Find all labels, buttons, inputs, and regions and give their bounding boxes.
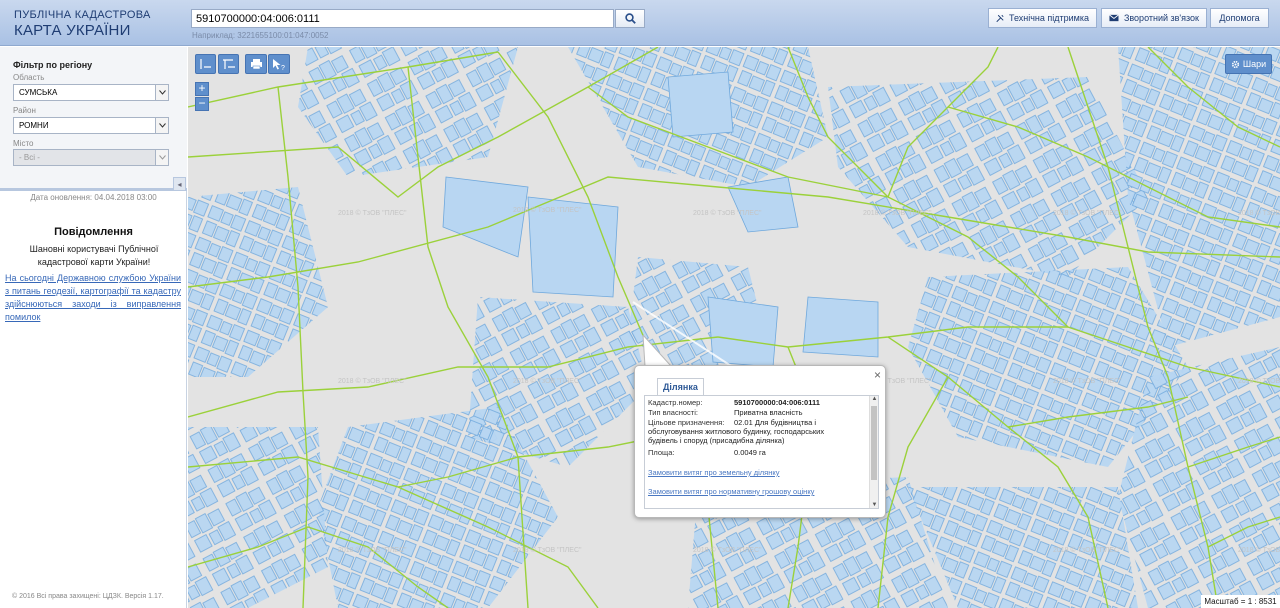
- tab-parcel[interactable]: Ділянка: [657, 378, 704, 396]
- oblast-select[interactable]: СУМСЬКА: [13, 84, 169, 101]
- notice-link[interactable]: На сьогодні Державною службою України з …: [5, 272, 181, 324]
- map-watermark: 2018 © ТзОВ "ПЛЕС": [1053, 209, 1122, 217]
- order-valuation-link[interactable]: Замовити витяг про нормативну грошову оц…: [648, 487, 814, 496]
- map-watermark: 2018 © ТзОВ "ПЛЕС": [513, 377, 582, 385]
- gear-icon: [1231, 60, 1239, 68]
- layers-label: Шари: [1242, 59, 1267, 69]
- search-example-hint: Наприклад: 3221655100:01:047:0052: [192, 31, 329, 40]
- measure-length-icon: [199, 59, 211, 69]
- print-button[interactable]: [245, 54, 267, 74]
- measure-area-button[interactable]: [218, 54, 239, 74]
- info-value: 5910700000:04:006:0111: [734, 398, 820, 407]
- help-label: Допомога: [1219, 13, 1260, 23]
- map-watermark: 2018 © ТзОВ "ПЛЕС": [338, 377, 407, 385]
- feedback-label: Зворотний зв'язок: [1123, 13, 1199, 23]
- info-value: Приватна власність: [734, 408, 803, 417]
- map-watermark: 2018 © ТзОВ "ПЛЕС": [513, 206, 582, 214]
- svg-text:?: ?: [281, 65, 285, 71]
- oblast-label: Область: [13, 73, 45, 82]
- order-extract-link[interactable]: Замовити витяг про земельну ділянку: [648, 468, 780, 477]
- chevron-down-icon: [155, 118, 168, 133]
- print-icon: [250, 59, 262, 70]
- identify-button[interactable]: ?: [268, 54, 290, 74]
- notice-title: Повідомлення: [54, 226, 133, 238]
- zoom-out-button[interactable]: −: [195, 97, 209, 111]
- map-watermark: 2018 © ТзОВ "ПЛЕС": [863, 209, 932, 217]
- raion-value: РОМНИ: [19, 121, 49, 130]
- measure-area-icon: [222, 59, 235, 69]
- collapse-sidebar-button[interactable]: ◂: [173, 177, 186, 191]
- logo-line1: ПУБЛІЧНА КАДАСТРОВА: [14, 9, 151, 21]
- scroll-thumb[interactable]: [871, 406, 877, 480]
- copyright: © 2016 Всі права захищені: ЦДЗК. Версія …: [12, 593, 164, 600]
- feedback-button[interactable]: Зворотний зв'язок: [1101, 8, 1207, 28]
- misto-label: Місто: [13, 139, 34, 148]
- filter-title: Фільтр по регіону: [13, 60, 93, 70]
- popup-scrollbar[interactable]: ▲ ▼: [869, 396, 878, 508]
- scroll-down-icon[interactable]: ▼: [870, 502, 878, 508]
- map-watermark: 2018 © ТзОВ "ПЛЕС": [693, 546, 762, 554]
- info-key: Тип власності:: [648, 408, 698, 417]
- app-header: ПУБЛІЧНА КАДАСТРОВА КАРТА УКРАЇНИ Наприк…: [0, 0, 1280, 46]
- map-watermark: 2018 © ТзОВ "ПЛЕС": [1053, 546, 1122, 554]
- map-watermark: 2018 © ТзОВ "ПЛЕС": [693, 209, 762, 217]
- scroll-up-icon[interactable]: ▲: [870, 396, 878, 402]
- logo-line2: КАРТА УКРАЇНИ: [14, 22, 131, 39]
- parcel-info-popup: × Ділянка Кадастр.номер: 5910700000:04:0…: [634, 365, 886, 518]
- help-button[interactable]: Допомога: [1210, 8, 1269, 28]
- zoom-in-button[interactable]: +: [195, 82, 209, 96]
- misto-value: - Всі -: [19, 153, 40, 162]
- map-canvas[interactable]: 2018 © ТзОВ "ПЛЕС" 2018 © ТзОВ "ПЛЕС" 2018…: [188, 47, 1280, 608]
- map-watermark: 2018 © ТзОВ "ПЛЕС": [1053, 377, 1122, 385]
- tools-icon: [996, 14, 1004, 22]
- info-key: Цільове призначення:: [648, 418, 725, 427]
- raion-select[interactable]: РОМНИ: [13, 117, 169, 134]
- map-watermark: 2018 © ТзОВ "ПЛЕС": [1238, 546, 1280, 554]
- region-filter-panel: Фільтр по регіону Область СУМСЬКА Район …: [0, 47, 187, 191]
- info-value: 0.0049 га: [734, 448, 766, 457]
- popup-pointer: [642, 335, 673, 369]
- info-row-purpose: Цільове призначення: 02.01 Для будівницт…: [648, 418, 866, 445]
- misto-select: - Всі -: [13, 149, 169, 166]
- map-scale: Масштаб = 1 : 8531: [1201, 595, 1280, 608]
- layers-button[interactable]: Шари: [1225, 54, 1272, 74]
- notice-body: Шановні користувачі Публічної кадастрово…: [29, 244, 159, 267]
- search-icon: [624, 13, 636, 24]
- cadastral-map[interactable]: 2018 © ТзОВ "ПЛЕС" 2018 © ТзОВ "ПЛЕС" 2018…: [188, 47, 1280, 608]
- tech-support-button[interactable]: Технічна підтримка: [988, 8, 1097, 28]
- map-watermark: 2018 © ТзОВ "ПЛЕС": [338, 546, 407, 554]
- info-key: Кадастр.номер:: [648, 398, 703, 407]
- map-watermark: 2018 © ТзОВ "ПЛЕС": [1238, 209, 1280, 217]
- search-button[interactable]: [615, 9, 645, 28]
- measure-length-button[interactable]: [195, 54, 216, 74]
- chevron-down-icon: [155, 85, 168, 100]
- cadastral-search-input[interactable]: [191, 9, 614, 28]
- close-icon[interactable]: ×: [874, 368, 881, 382]
- map-watermark: 2018 © ТзОВ "ПЛЕС": [338, 209, 407, 217]
- info-key: Площа:: [648, 448, 675, 457]
- site-logo[interactable]: ПУБЛІЧНА КАДАСТРОВА КАРТА УКРАЇНИ: [14, 9, 151, 39]
- parcel-info-body: Кадастр.номер: 5910700000:04:006:0111 Ти…: [644, 395, 879, 509]
- oblast-value: СУМСЬКА: [19, 88, 58, 97]
- tech-support-label: Технічна підтримка: [1008, 13, 1089, 23]
- raion-label: Район: [13, 106, 36, 115]
- update-date: Дата оновлення: 04.04.2018 03:00: [30, 193, 157, 202]
- map-watermark: 2018 © ТзОВ "ПЛЕС": [513, 546, 582, 554]
- map-watermark: 2018 © ТзОВ "ПЛЕС": [1238, 377, 1280, 385]
- chevron-down-icon: [155, 150, 168, 165]
- sidebar: Фільтр по регіону Область СУМСЬКА Район …: [0, 47, 187, 608]
- envelope-icon: [1109, 14, 1119, 22]
- identify-icon: ?: [273, 58, 285, 71]
